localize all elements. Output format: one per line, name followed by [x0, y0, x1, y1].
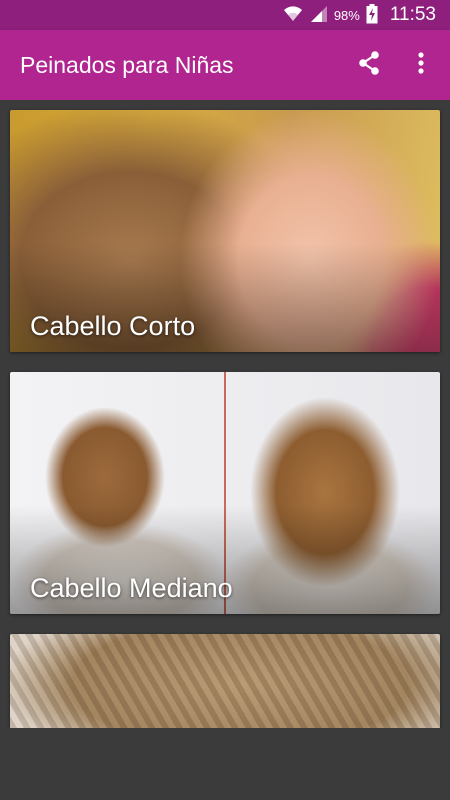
category-card-short-hair[interactable]: Cabello Corto [10, 110, 440, 352]
card-label: Cabello Corto [30, 311, 196, 341]
category-card-long-hair[interactable] [10, 634, 440, 728]
overflow-menu-button[interactable] [406, 50, 436, 80]
battery-percent: 98% [333, 7, 360, 23]
battery-charging-icon [366, 3, 378, 27]
app-title: Peinados para Niñas [20, 51, 234, 78]
bottom-empty-area [0, 728, 450, 800]
category-card-medium-hair[interactable]: Cabello Mediano [10, 372, 440, 614]
overflow-menu-icon [417, 51, 425, 80]
share-button[interactable] [354, 50, 384, 80]
app-bar: Peinados para Niñas [0, 30, 450, 100]
share-icon [356, 50, 382, 81]
category-list[interactable]: Cabello Corto Cabello Mediano [0, 100, 450, 728]
cellular-signal-icon [310, 5, 328, 26]
wifi-icon [282, 5, 304, 26]
status-bar: 98% 11:53 [0, 0, 450, 30]
app-bar-actions [354, 30, 436, 100]
long-hair-photo [10, 634, 440, 728]
clock: 11:53 [389, 4, 436, 25]
card-label: Cabello Mediano [30, 573, 233, 603]
